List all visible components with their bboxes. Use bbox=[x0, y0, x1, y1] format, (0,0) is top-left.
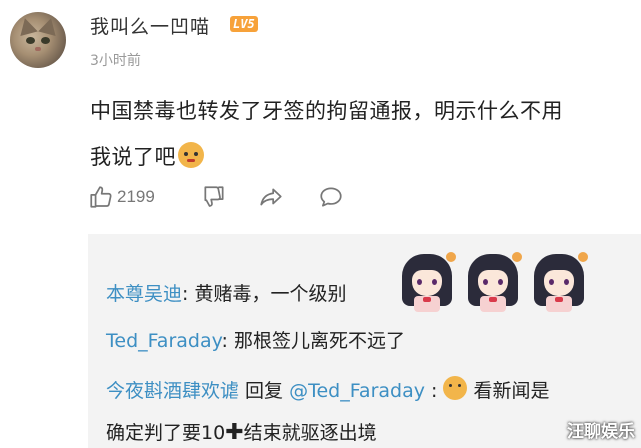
reply-text: 确定判了要10 bbox=[106, 422, 226, 444]
reply-separator: : bbox=[424, 380, 444, 402]
share-arrow-icon bbox=[260, 188, 282, 206]
thumbs-up-icon bbox=[90, 186, 112, 208]
comment-line-2: 我说了吧 bbox=[90, 145, 176, 169]
reply-separator: : bbox=[182, 283, 195, 305]
comment-bubble-icon bbox=[320, 187, 342, 207]
reply-author[interactable]: 本尊吴迪 bbox=[106, 283, 182, 305]
reply-text: 看新闻是 bbox=[467, 380, 550, 402]
username[interactable]: 我叫么一凹喵 bbox=[90, 12, 210, 39]
anime-girl-stickers bbox=[398, 248, 588, 314]
reply-text: 结束就驱逐出境 bbox=[243, 422, 377, 444]
replies-panel: 本尊吴迪: 黄赌毒，一个级别 Ted_Faraday: 那根签儿离死不远了 今夜… bbox=[88, 234, 641, 448]
cat-ear bbox=[16, 15, 38, 37]
dog-emoji-icon bbox=[443, 376, 468, 400]
comment-button[interactable] bbox=[318, 184, 344, 210]
cat-eye bbox=[26, 37, 35, 44]
dislike-button[interactable] bbox=[201, 184, 227, 210]
comment-line-1: 中国禁毒也转发了牙签的拘留通报，明示什么不用 bbox=[90, 99, 563, 123]
dog-rose-emoji-icon bbox=[178, 142, 204, 168]
reply-word: 回复 bbox=[239, 380, 290, 402]
thumbs-down-icon bbox=[204, 186, 224, 207]
anime-girl-sticker-icon bbox=[464, 248, 522, 314]
level-badge: LV5 bbox=[230, 16, 258, 32]
reply-text: 那根签儿离死不远了 bbox=[233, 330, 405, 352]
avatar[interactable] bbox=[10, 12, 66, 68]
like-button[interactable]: 2199 bbox=[88, 184, 155, 210]
like-count: 2199 bbox=[117, 187, 155, 206]
cat-ear bbox=[38, 15, 60, 37]
reply-item: Ted_Faraday: 那根签儿离死不远了 bbox=[106, 326, 405, 353]
share-button[interactable] bbox=[258, 184, 284, 210]
reply-author[interactable]: 今夜斟酒肆欢谑 bbox=[106, 380, 239, 402]
plus-icon: ✚ bbox=[225, 420, 244, 445]
reply-author[interactable]: Ted_Faraday bbox=[106, 330, 221, 352]
timestamp: 3小时前 bbox=[90, 53, 141, 69]
cat-eye bbox=[41, 37, 50, 44]
comment-text: 中国禁毒也转发了牙签的拘留通报，明示什么不用 我说了吧 bbox=[90, 88, 635, 180]
reply-mention[interactable]: @Ted_Faraday bbox=[289, 380, 425, 402]
reply-continuation: 确定判了要10✚结束就驱逐出境 bbox=[106, 418, 377, 445]
anime-girl-sticker-icon bbox=[530, 248, 588, 314]
cat-nose bbox=[35, 47, 41, 51]
reply-item: 本尊吴迪: 黄赌毒，一个级别 bbox=[106, 279, 346, 306]
reply-text: 黄赌毒，一个级别 bbox=[194, 283, 347, 305]
reply-separator: : bbox=[221, 330, 234, 352]
anime-girl-sticker-icon bbox=[398, 248, 456, 314]
watermark: 汪聊娱乐 bbox=[567, 422, 635, 442]
reply-item: 今夜斟酒肆欢谑 回复 @Ted_Faraday : 看新闻是 bbox=[106, 376, 550, 403]
